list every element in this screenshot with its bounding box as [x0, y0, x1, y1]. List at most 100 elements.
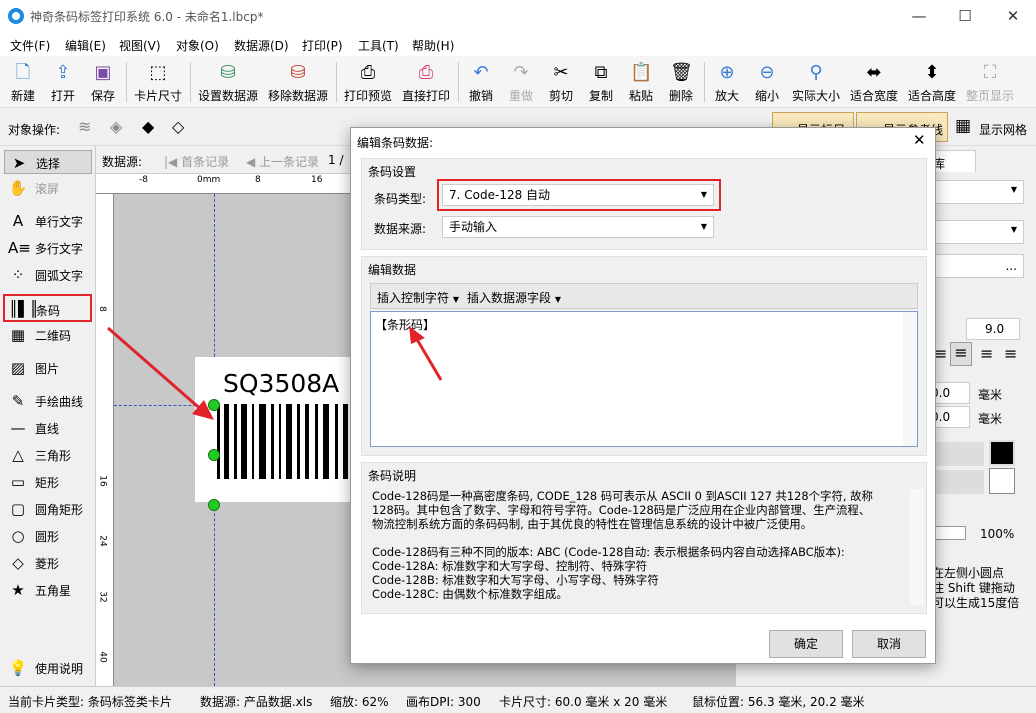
zoom-in-button[interactable]: ⊕ 放大: [710, 60, 744, 106]
layer-down-icon[interactable]: ◈: [110, 117, 122, 136]
star-icon: ★: [11, 581, 25, 599]
actual-size-button[interactable]: ⚲ 实际大小: [790, 60, 842, 106]
align-right-icon[interactable]: ≡: [980, 344, 993, 363]
tool-select[interactable]: ➤ 选择: [4, 150, 92, 174]
set-datasource-button[interactable]: ⛁ 设置数据源: [196, 60, 260, 106]
tool-star[interactable]: ★ 五角星: [4, 578, 92, 602]
barcode-data-textarea[interactable]: 【条形码】: [370, 311, 918, 447]
status-datasource: 数据源: 产品数据.xls: [200, 695, 313, 709]
barcode-settings-heading: 条码设置: [368, 165, 417, 179]
panel-combo-2[interactable]: ▼: [928, 220, 1024, 244]
resize-handle[interactable]: [208, 449, 220, 461]
color-swatch-black[interactable]: [989, 440, 1015, 466]
object-ops-label: 对象操作:: [8, 123, 61, 137]
align-justify-icon[interactable]: ≡: [1004, 344, 1017, 363]
insert-datasource-field-button[interactable]: 插入数据源字段 ▼: [467, 289, 561, 306]
save-button[interactable]: ▣ 保存: [86, 60, 120, 106]
data-source-select[interactable]: 手动输入 ▼: [442, 216, 714, 238]
close-window-button[interactable]: ✕: [990, 0, 1036, 32]
data-source-label: 数据来源:: [374, 222, 427, 236]
window-title: 神奇条码标签打印系统 6.0 - 未命名1.lbcp*: [30, 10, 264, 24]
print-preview-icon: ⎙: [360, 62, 376, 83]
cut-button[interactable]: ✂ 剪切: [544, 60, 578, 106]
layer-icon[interactable]: ≋: [78, 117, 91, 136]
align-left-icon[interactable]: ≡: [934, 344, 947, 363]
tool-line[interactable]: — 直线: [4, 416, 92, 440]
maximize-button[interactable]: ☐: [942, 0, 988, 32]
fit-width-button[interactable]: ⬌ 适合宽度: [848, 60, 900, 106]
menu-view[interactable]: 视图(V): [119, 37, 161, 54]
show-grid-toggle[interactable]: 显示网格: [979, 121, 1027, 138]
menu-print[interactable]: 打印(P): [302, 37, 343, 54]
open-button[interactable]: ⇪ 打开: [46, 60, 80, 106]
layer-bottom-icon[interactable]: ◇: [172, 117, 184, 136]
full-page-button[interactable]: ⛶ 整页显示: [964, 60, 1016, 106]
grid-icon: ▦: [955, 116, 972, 136]
menu-object[interactable]: 对象(O): [176, 37, 219, 54]
barcode-type-select[interactable]: 7. Code-128 自动 ▼: [442, 184, 714, 206]
card-text[interactable]: SQ3508A: [223, 369, 339, 398]
tool-triangle[interactable]: △ 三角形: [4, 443, 92, 467]
panel-browse-field[interactable]: ...: [928, 254, 1024, 278]
tool-help[interactable]: 💡 使用说明: [4, 656, 92, 680]
remove-datasource-button[interactable]: ⛁ 移除数据源: [266, 60, 330, 106]
barcode-settings-section: 条码设置 条码类型: 7. Code-128 自动 ▼ 数据来源: 手动输入 ▼: [361, 158, 927, 250]
cancel-button[interactable]: 取消: [852, 630, 926, 658]
undo-button[interactable]: ↶ 撤销: [464, 60, 498, 106]
align-center-icon[interactable]: ≡: [950, 342, 972, 366]
dialog-close-button[interactable]: ✕: [913, 131, 926, 149]
card-size-icon: ⬚: [149, 62, 167, 83]
tool-multi-text[interactable]: A≡ 多行文字: [4, 236, 92, 260]
resize-handle[interactable]: [208, 499, 220, 511]
new-button[interactable]: 🗋 新建: [6, 60, 40, 106]
zoom-out-button[interactable]: ⊖ 缩小: [750, 60, 784, 106]
print-button[interactable]: ⎙ 直接打印: [400, 60, 452, 106]
paste-icon: 📋: [630, 62, 653, 83]
tool-freehand[interactable]: ✎ 手绘曲线: [4, 389, 92, 413]
tool-scroll[interactable]: ✋ 滚屏: [4, 176, 92, 200]
menu-edit[interactable]: 编辑(E): [65, 37, 106, 54]
pen-icon: ✎: [11, 392, 25, 410]
line-icon: —: [10, 419, 26, 437]
panel-combo-1[interactable]: ▼: [928, 180, 1024, 204]
menu-help[interactable]: 帮助(H): [412, 37, 454, 54]
menu-file[interactable]: 文件(F): [10, 37, 50, 54]
scrollbar[interactable]: [903, 312, 917, 446]
status-bar: 当前卡片类型: 条码标签类卡片 数据源: 产品数据.xls 缩放: 62% 画布…: [0, 686, 1036, 713]
font-size-input[interactable]: 9.0: [966, 318, 1020, 340]
redo-button[interactable]: ↷ 重做: [504, 60, 538, 106]
prev-record-button[interactable]: ◀ 上一条记录: [246, 153, 319, 170]
tool-circle[interactable]: ○ 圆形: [4, 524, 92, 548]
tool-single-text[interactable]: A 单行文字: [4, 209, 92, 233]
tool-rounded-rect[interactable]: ▢ 圆角矩形: [4, 497, 92, 521]
tool-arc-text[interactable]: ⁘ 圆弧文字: [4, 263, 92, 287]
status-card-type: 当前卡片类型: 条码标签类卡片: [8, 695, 172, 709]
tool-diamond[interactable]: ◇ 菱形: [4, 551, 92, 575]
pointer-icon: ➤: [12, 154, 26, 172]
layer-top-icon[interactable]: ◆: [142, 117, 154, 136]
fit-height-button[interactable]: ⬍ 适合高度: [906, 60, 958, 106]
minimize-button[interactable]: —: [896, 0, 942, 32]
rounded-rect-icon: ▢: [10, 500, 26, 518]
first-record-button[interactable]: |◀ 首条记录: [164, 153, 229, 170]
delete-button[interactable]: 🗑 删除: [664, 60, 698, 106]
insert-control-char-button[interactable]: 插入控制字符 ▼: [377, 289, 459, 306]
menu-datasource[interactable]: 数据源(D): [234, 37, 289, 54]
menu-tools[interactable]: 工具(T): [358, 37, 399, 54]
scrollbar[interactable]: [910, 489, 924, 605]
menu-bar: 文件(F) 编辑(E) 视图(V) 对象(O) 数据源(D) 打印(P) 工具(…: [0, 32, 1036, 56]
color-swatch-white[interactable]: [989, 468, 1015, 494]
card-size-button[interactable]: ⬚ 卡片尺寸: [132, 60, 184, 106]
tool-rectangle[interactable]: ▭ 矩形: [4, 470, 92, 494]
copy-button[interactable]: ⧉ 复制: [584, 60, 618, 106]
tool-qrcode[interactable]: ▦ 二维码: [4, 323, 92, 347]
open-icon: ⇪: [55, 62, 71, 83]
full-page-icon: ⛶: [983, 62, 997, 83]
tool-image[interactable]: ▨ 图片: [4, 356, 92, 380]
barcode-description: Code-128码是一种高密度条码, CODE_128 码可表示从 ASCII …: [372, 489, 873, 601]
print-preview-button[interactable]: ⎙ 打印预览: [342, 60, 394, 106]
ok-button[interactable]: 确定: [769, 630, 843, 658]
paste-button[interactable]: 📋 粘贴: [624, 60, 658, 106]
tool-barcode[interactable]: ║▌║ 条码: [3, 294, 92, 322]
barcode-object[interactable]: [215, 404, 350, 482]
